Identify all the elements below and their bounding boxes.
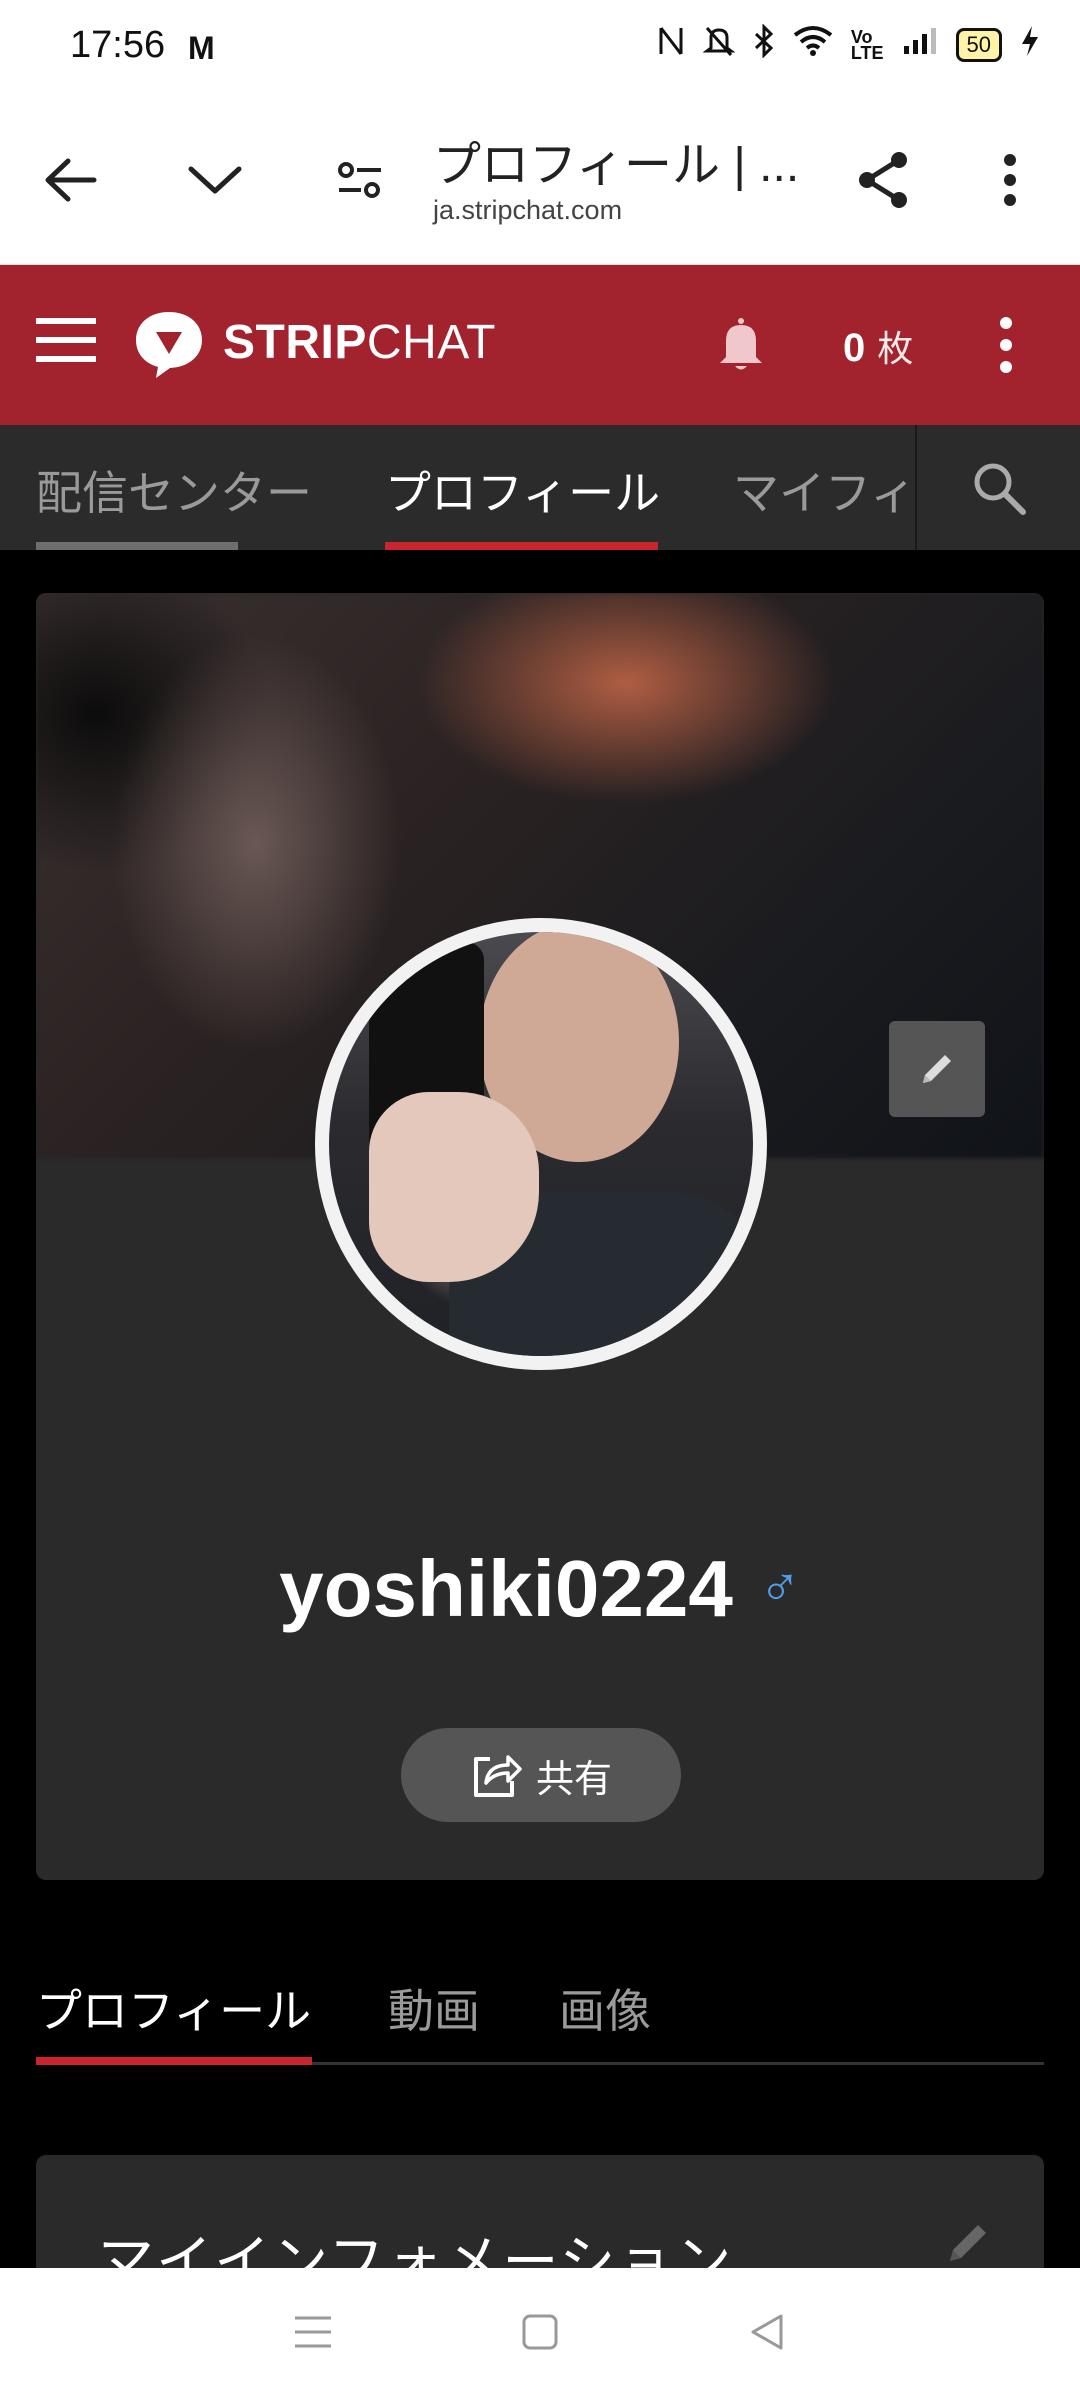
site-nav-tabs: 配信センター プロフィール マイフィ: [0, 425, 1080, 550]
page-title[interactable]: プロフィール | ...: [433, 125, 799, 195]
stripchat-logo[interactable]: [132, 308, 206, 387]
profile-card: yoshiki0224 ♂ 共有: [36, 593, 1044, 1880]
token-balance[interactable]: 0枚: [843, 320, 913, 372]
battery-icon: 50: [955, 28, 1002, 62]
collapse-button[interactable]: [170, 135, 260, 225]
tune-icon: [338, 162, 381, 198]
token-count: 0: [843, 326, 866, 370]
username-row: yoshiki0224 ♂: [36, 1543, 1044, 1635]
tab-broadcast-center[interactable]: 配信センター: [36, 457, 312, 523]
profile-content-tabs: プロフィール 動画 画像: [36, 1925, 1044, 2065]
system-back-button[interactable]: [747, 2312, 787, 2357]
wifi-icon: [793, 25, 833, 65]
status-time: 17:56: [70, 24, 166, 66]
header-menu-button[interactable]: [998, 315, 1014, 380]
nfc-icon: [657, 24, 685, 66]
stripchat-wordmark[interactable]: STRIPCHAT: [223, 315, 496, 370]
more-vertical-icon: [1004, 154, 1016, 206]
token-unit: 枚: [877, 328, 914, 369]
pencil-icon: [950, 2225, 986, 2261]
status-bar: 17:56 M Vo LTE 50: [0, 0, 1080, 95]
share-icon: [859, 152, 907, 208]
male-gender-icon: ♂: [758, 1555, 801, 1618]
hamburger-icon: [36, 318, 96, 362]
stripchat-logo-icon: [136, 312, 202, 378]
hamburger-menu-button[interactable]: [36, 315, 96, 370]
back-button[interactable]: [25, 135, 115, 225]
bell-icon: [720, 318, 762, 370]
home-button[interactable]: [520, 2312, 560, 2357]
tab-broadcast-center-indicator: [36, 542, 238, 550]
gmail-icon: M: [188, 30, 215, 66]
share-label: 共有: [535, 1758, 612, 1801]
browser-menu-button[interactable]: [965, 135, 1055, 225]
menu-lines-icon: [295, 2316, 332, 2347]
edit-information-button[interactable]: [944, 2217, 994, 2272]
signal-icon: [902, 26, 938, 64]
brand-light: CHAT: [366, 316, 496, 369]
page-url[interactable]: ja.stripchat.com: [433, 195, 622, 226]
site-header: STRIPCHAT 0枚: [0, 265, 1080, 425]
tab-profile-info-indicator: [36, 2057, 312, 2065]
brand-bold: STRIP: [223, 316, 367, 369]
more-vertical-icon: [1000, 317, 1012, 373]
search-button[interactable]: [915, 425, 1080, 550]
browser-toolbar: プロフィール | ... ja.stripchat.com: [0, 95, 1080, 265]
avatar-hand: [369, 1092, 539, 1282]
tab-profile-info[interactable]: プロフィール: [36, 1975, 311, 2041]
chevron-down-icon: [188, 166, 242, 194]
tab-photos[interactable]: 画像: [559, 1975, 651, 2041]
search-icon: [974, 463, 1026, 515]
back-arrow-icon: [45, 158, 97, 202]
bluetooth-icon: [753, 23, 775, 66]
tab-profile[interactable]: プロフィール: [385, 457, 660, 523]
tab-profile-indicator: [385, 542, 658, 550]
square-icon: [522, 2314, 558, 2349]
share-arrow-icon: [473, 1755, 522, 1797]
triangle-back-icon: [751, 2314, 783, 2349]
share-page-button[interactable]: [838, 135, 928, 225]
recent-apps-button[interactable]: [293, 2312, 333, 2357]
avatar[interactable]: [315, 918, 767, 1370]
mute-icon: [702, 24, 736, 66]
pencil-icon: [923, 1055, 951, 1083]
status-icons: Vo LTE 50: [657, 23, 1040, 66]
share-profile-button[interactable]: 共有: [401, 1728, 681, 1822]
tab-my-feed[interactable]: マイフィ: [733, 457, 916, 523]
system-navigation-bar: [0, 2268, 1080, 2400]
tab-videos[interactable]: 動画: [388, 1975, 480, 2041]
site-settings-button[interactable]: [315, 135, 405, 225]
username: yoshiki0224: [279, 1544, 733, 1633]
charging-icon: [1020, 24, 1040, 66]
edit-cover-button[interactable]: [889, 1021, 985, 1117]
notifications-button[interactable]: [718, 317, 764, 376]
volte-icon: Vo LTE: [850, 27, 884, 63]
